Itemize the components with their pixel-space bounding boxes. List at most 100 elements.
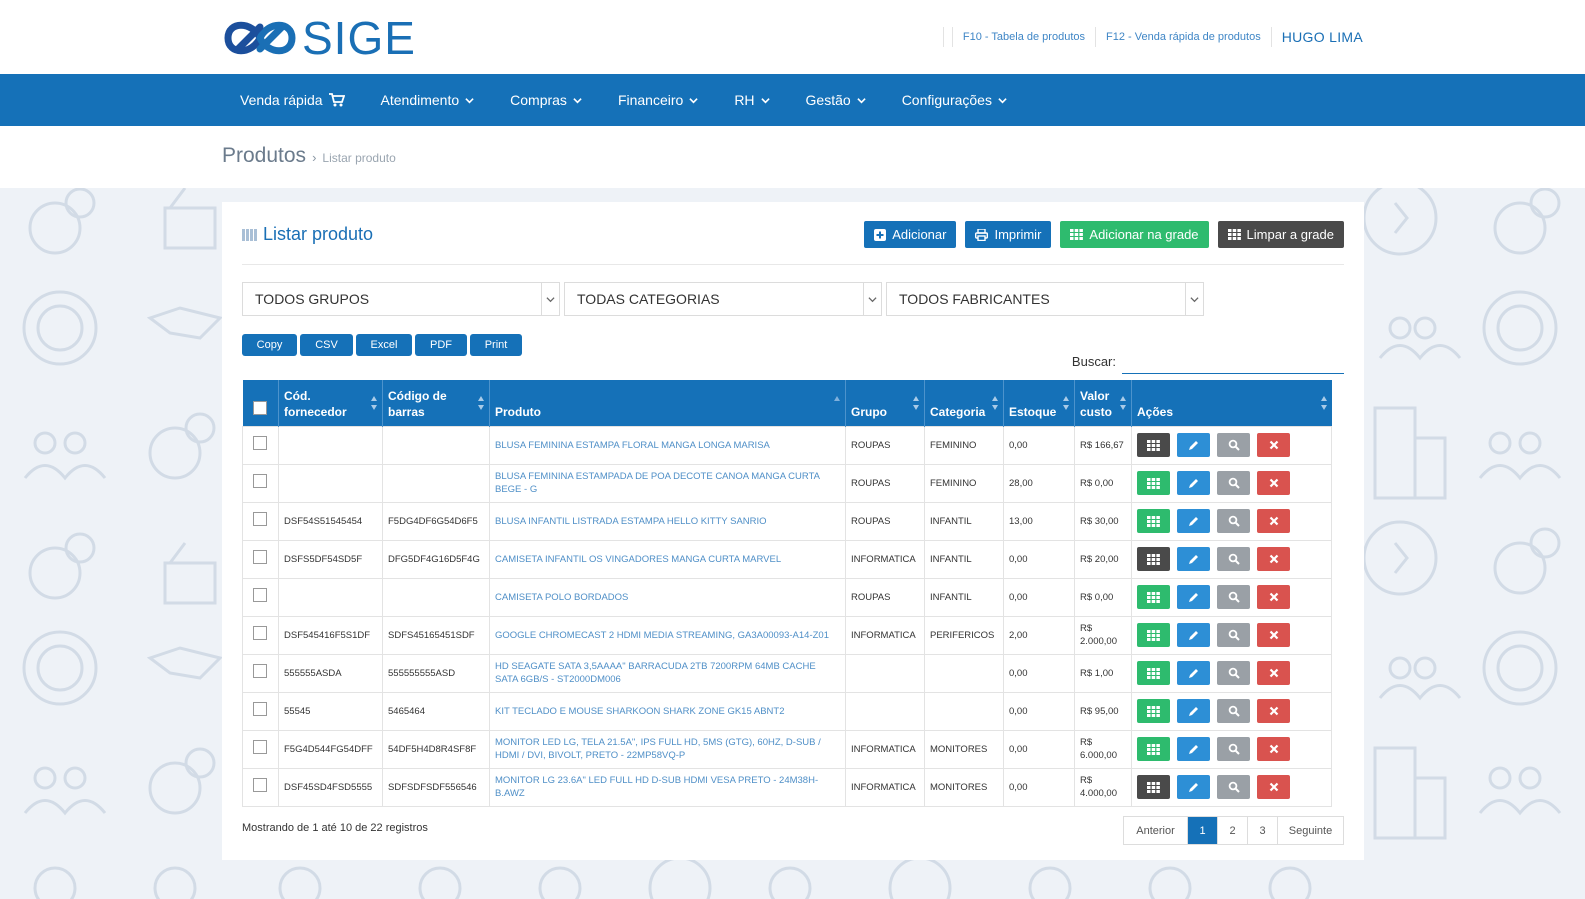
delete-button[interactable] xyxy=(1257,585,1290,609)
pagination-page-2[interactable]: 2 xyxy=(1217,817,1247,844)
delete-button[interactable] xyxy=(1257,433,1290,457)
edit-button[interactable] xyxy=(1177,699,1210,723)
row-select-cell xyxy=(242,501,279,541)
edit-button[interactable] xyxy=(1177,661,1210,685)
edit-button[interactable] xyxy=(1177,737,1210,761)
delete-button[interactable] xyxy=(1257,699,1290,723)
pagination-next[interactable]: Seguinte xyxy=(1277,817,1343,844)
view-button[interactable] xyxy=(1217,471,1250,495)
edit-button[interactable] xyxy=(1177,547,1210,571)
nav-financeiro[interactable]: Financeiro xyxy=(600,74,716,126)
grid-toggle-button[interactable] xyxy=(1137,509,1170,533)
view-button[interactable] xyxy=(1217,623,1250,647)
col-stock[interactable]: Estoque xyxy=(1003,380,1075,426)
pagination-prev[interactable]: Anterior xyxy=(1124,817,1187,844)
cell-product-link[interactable]: KIT TECLADO E MOUSE SHARKOON SHARK ZONE … xyxy=(489,691,846,731)
view-button[interactable] xyxy=(1217,737,1250,761)
cell-product-link[interactable]: GOOGLE CHROMECAST 2 HDMI MEDIA STREAMING… xyxy=(489,615,846,655)
edit-button[interactable] xyxy=(1177,471,1210,495)
delete-button[interactable] xyxy=(1257,623,1290,647)
search-input[interactable] xyxy=(1122,348,1344,374)
copy-button[interactable]: Copy xyxy=(242,334,297,356)
cell-product-link[interactable]: MONITOR LG 23.6A" LED FULL HD D-SUB HDMI… xyxy=(489,767,846,807)
col-product[interactable]: Produto xyxy=(489,380,846,426)
pdf-button[interactable]: PDF xyxy=(415,334,467,356)
nav-venda-rapida[interactable]: Venda rápida xyxy=(222,74,363,126)
edit-button[interactable] xyxy=(1177,775,1210,799)
excel-button[interactable]: Excel xyxy=(356,334,412,356)
delete-button[interactable] xyxy=(1257,509,1290,533)
view-button[interactable] xyxy=(1217,661,1250,685)
col-group[interactable]: Grupo xyxy=(845,380,925,426)
view-button[interactable] xyxy=(1217,585,1250,609)
row-checkbox[interactable] xyxy=(253,778,267,792)
row-checkbox[interactable] xyxy=(253,474,267,488)
add-button[interactable]: Adicionar xyxy=(864,221,957,248)
col-barcode[interactable]: Código de barras xyxy=(382,380,490,426)
cell-product-link[interactable]: CAMISETA INFANTIL OS VINGADORES MANGA CU… xyxy=(489,539,846,579)
category-select[interactable]: TODAS CATEGORIAS xyxy=(564,282,882,316)
row-checkbox[interactable] xyxy=(253,702,267,716)
clear-grid-button[interactable]: Limpar a grade xyxy=(1217,221,1344,248)
delete-button[interactable] xyxy=(1257,775,1290,799)
col-actions[interactable]: Ações xyxy=(1131,380,1332,426)
brand-logo[interactable]: SIGE xyxy=(222,12,422,64)
view-button[interactable] xyxy=(1217,699,1250,723)
row-checkbox[interactable] xyxy=(253,740,267,754)
add-to-grid-button[interactable]: Adicionar na grade xyxy=(1060,221,1209,248)
cell-product-link[interactable]: BLUSA INFANTIL LISTRADA ESTAMPA HELLO KI… xyxy=(489,501,846,541)
page-title[interactable]: Produtos xyxy=(222,144,306,168)
print-button[interactable]: Imprimir xyxy=(965,221,1052,248)
grid-toggle-button[interactable] xyxy=(1137,433,1170,457)
view-button[interactable] xyxy=(1217,547,1250,571)
cell-product-link[interactable]: HD SEAGATE SATA 3,5AAAA" BARRACUDA 2TB 7… xyxy=(489,653,846,693)
grid-toggle-button[interactable] xyxy=(1137,585,1170,609)
view-button[interactable] xyxy=(1217,775,1250,799)
user-menu[interactable]: HUGO LIMA xyxy=(1270,27,1363,47)
delete-button[interactable] xyxy=(1257,661,1290,685)
f12-quick-sale-link[interactable]: F12 - Venda rápida de produtos xyxy=(1095,27,1271,47)
pagination-page-1[interactable]: 1 xyxy=(1187,817,1217,844)
grid-toggle-button[interactable] xyxy=(1137,471,1170,495)
manufacturer-select[interactable]: TODOS FABRICANTES xyxy=(886,282,1204,316)
grid-toggle-button[interactable] xyxy=(1137,547,1170,571)
print-export-button[interactable]: Print xyxy=(470,334,522,356)
delete-button[interactable] xyxy=(1257,737,1290,761)
grid-toggle-button[interactable] xyxy=(1137,661,1170,685)
edit-button[interactable] xyxy=(1177,509,1210,533)
cell-product-link[interactable]: MONITOR LED LG, TELA 21.5A", IPS FULL HD… xyxy=(489,729,846,769)
nav-compras[interactable]: Compras xyxy=(492,74,600,126)
grid-toggle-button[interactable] xyxy=(1137,699,1170,723)
nav-configuracoes[interactable]: Configurações xyxy=(884,74,1025,126)
grid-toggle-button[interactable] xyxy=(1137,737,1170,761)
cell-product-link[interactable]: BLUSA FEMININA ESTAMPADA DE POA DECOTE C… xyxy=(489,463,846,503)
nav-rh[interactable]: RH xyxy=(716,74,787,126)
row-checkbox[interactable] xyxy=(253,512,267,526)
col-supplier-code[interactable]: Cód. fornecedor xyxy=(278,380,383,426)
grid-toggle-button[interactable] xyxy=(1137,623,1170,647)
row-checkbox[interactable] xyxy=(253,550,267,564)
pagination-page-3[interactable]: 3 xyxy=(1247,817,1277,844)
edit-button[interactable] xyxy=(1177,585,1210,609)
col-cost[interactable]: Valor custo xyxy=(1074,380,1132,426)
edit-button[interactable] xyxy=(1177,623,1210,647)
cell-product-link[interactable]: BLUSA FEMININA ESTAMPA FLORAL MANGA LONG… xyxy=(489,425,846,465)
delete-button[interactable] xyxy=(1257,471,1290,495)
row-checkbox[interactable] xyxy=(253,588,267,602)
grid-toggle-button[interactable] xyxy=(1137,775,1170,799)
nav-gestao[interactable]: Gestão xyxy=(788,74,884,126)
view-button[interactable] xyxy=(1217,433,1250,457)
nav-atendimento[interactable]: Atendimento xyxy=(363,74,493,126)
view-button[interactable] xyxy=(1217,509,1250,533)
delete-button[interactable] xyxy=(1257,547,1290,571)
col-category[interactable]: Categoria xyxy=(924,380,1004,426)
edit-button[interactable] xyxy=(1177,433,1210,457)
select-all-checkbox[interactable] xyxy=(252,400,267,415)
row-checkbox[interactable] xyxy=(253,664,267,678)
cell-product-link[interactable]: CAMISETA POLO BORDADOS xyxy=(489,577,846,617)
row-checkbox[interactable] xyxy=(253,626,267,640)
group-select[interactable]: TODOS GRUPOS xyxy=(242,282,560,316)
f10-product-table-link[interactable]: F10 - Tabela de produtos xyxy=(951,27,1095,47)
csv-button[interactable]: CSV xyxy=(300,334,353,356)
row-checkbox[interactable] xyxy=(253,436,267,450)
